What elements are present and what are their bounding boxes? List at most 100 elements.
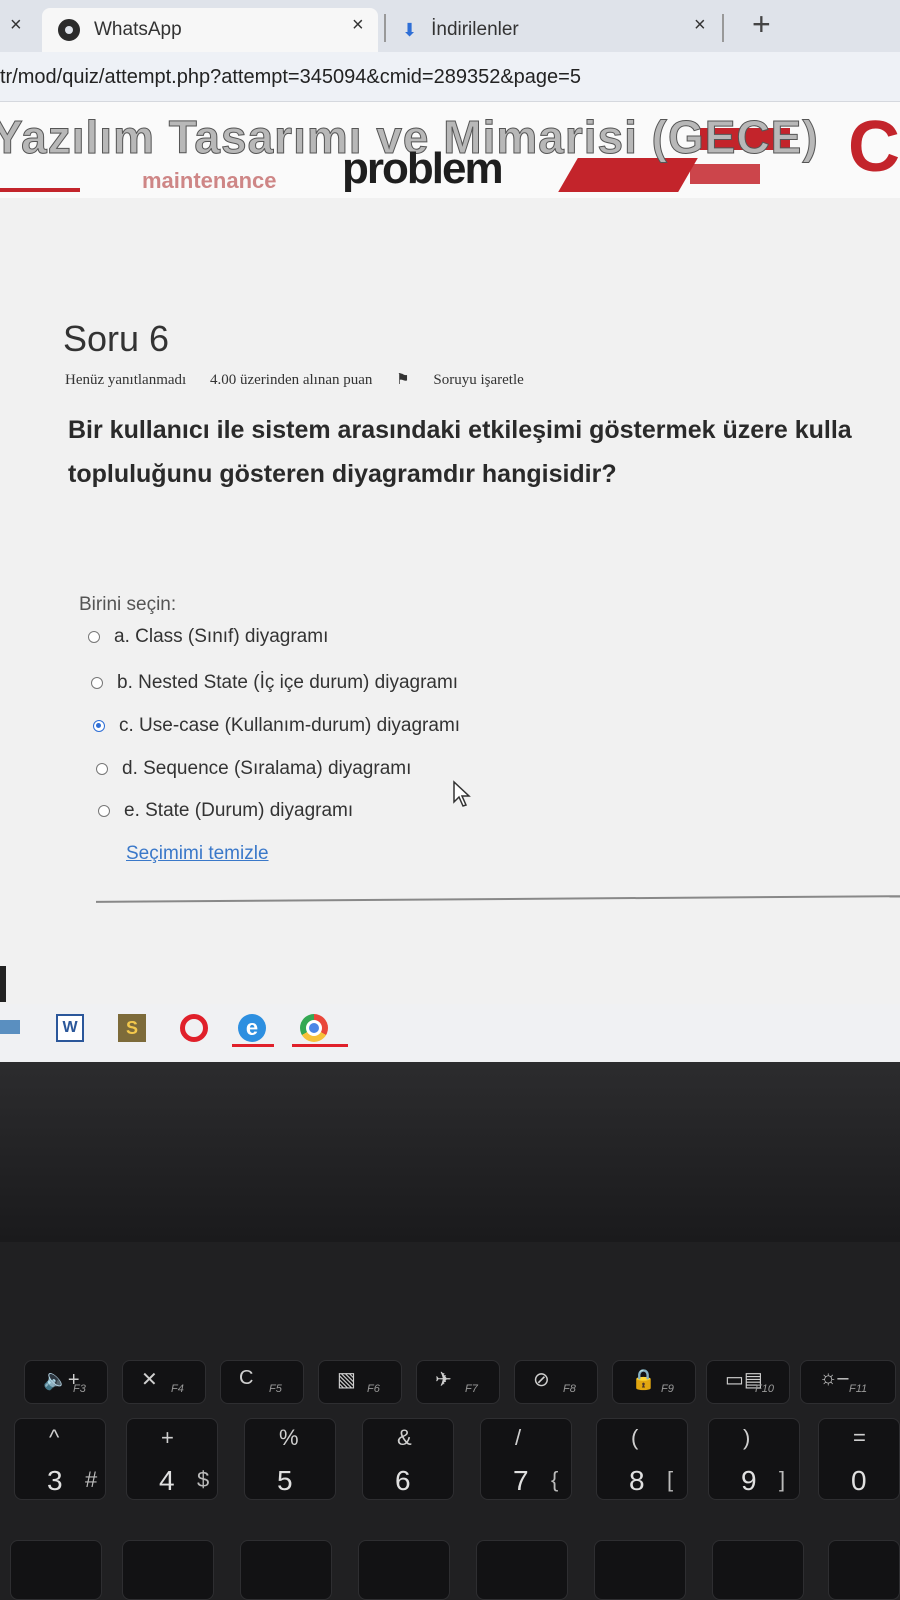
- key-f4: ✕ F4: [122, 1360, 206, 1404]
- key-main-char: 6: [395, 1465, 411, 1496]
- key-main-char: 3: [47, 1465, 63, 1496]
- answer-label: a. Class (Sınıf) diyagramı: [114, 626, 329, 647]
- laptop-bezel: [0, 1062, 900, 1242]
- key-shift-char: +: [161, 1425, 174, 1450]
- radio-button[interactable]: [98, 805, 110, 817]
- answer-option-e[interactable]: e. State (Durum) diyagramı: [98, 800, 353, 822]
- key-shift-char: ): [743, 1425, 751, 1450]
- download-icon: ⬇: [402, 19, 418, 40]
- key-f5: C F5: [220, 1360, 304, 1404]
- banner-decoration: [0, 188, 80, 192]
- active-app-indicator: [232, 1044, 274, 1047]
- key-f7: ✈ F7: [416, 1360, 500, 1404]
- clear-selection-link[interactable]: Seçimimi temizle: [126, 843, 269, 865]
- key-main-char: 8: [629, 1465, 645, 1496]
- key-5: % 5: [244, 1418, 336, 1500]
- radio-button[interactable]: [96, 763, 108, 775]
- word-icon[interactable]: W: [56, 1014, 84, 1042]
- question-text-line: topluluğunu gösteren diyagramdır hangisi…: [68, 460, 617, 488]
- answer-label: d. Sequence (Sıralama) diyagramı: [122, 758, 412, 779]
- key-label: F5: [269, 1383, 282, 1395]
- folder-icon[interactable]: [0, 1020, 20, 1034]
- key-label: F10: [755, 1383, 774, 1395]
- answer-option-b[interactable]: b. Nested State (İç içe durum) diyagramı: [91, 672, 458, 694]
- section-divider: [96, 895, 900, 903]
- lock-icon: 🔒: [631, 1369, 656, 1391]
- sublime-icon[interactable]: S: [118, 1014, 146, 1042]
- question-text-line: Bir kullanıcı ile sistem arasındaki etki…: [68, 416, 852, 444]
- key-f9: 🔒 F9: [612, 1360, 696, 1404]
- edge-icon[interactable]: e: [238, 1014, 266, 1042]
- banner-decoration: [690, 164, 760, 184]
- url-text[interactable]: tr/mod/quiz/attempt.php?attempt=345094&c…: [0, 66, 581, 89]
- key-f6: ▧ F6: [318, 1360, 402, 1404]
- bezel-mark: [0, 966, 6, 1002]
- tab-downloads[interactable]: ⬇ İndirilenler: [396, 8, 716, 52]
- key-alt-char: #: [85, 1467, 98, 1492]
- question-status: Henüz yanıtlanmadı: [65, 372, 187, 388]
- key-label: F3: [73, 1383, 86, 1395]
- mic-mute-icon: ✕: [141, 1369, 158, 1391]
- answer-option-c[interactable]: c. Use-case (Kullanım-durum) diyagramı: [93, 715, 460, 737]
- key-6: & 6: [362, 1418, 454, 1500]
- tab-separator: [384, 14, 386, 42]
- mouse-cursor-icon: [453, 780, 471, 807]
- flag-question-link[interactable]: ⚑ Soruyu işaretle: [396, 372, 544, 388]
- key-4: +4 $: [126, 1418, 218, 1500]
- key-alt-char: ]: [779, 1467, 786, 1492]
- course-banner: Yazılım Tasarımı ve Mimarisi (GECE) prob…: [0, 102, 900, 198]
- key-shift-char: (: [631, 1425, 639, 1450]
- opera-icon[interactable]: [180, 1014, 208, 1042]
- banner-overlay-sub: maintenance: [142, 168, 277, 193]
- key-f3: 🔈+ F3: [24, 1360, 108, 1404]
- key-shift-char: %: [279, 1425, 299, 1450]
- radio-button[interactable]: [88, 631, 100, 643]
- answer-prompt: Birini seçin:: [79, 594, 177, 615]
- tab-separator: [722, 14, 724, 42]
- chrome-icon[interactable]: [300, 1014, 328, 1042]
- key-main-char: 0: [851, 1465, 867, 1496]
- new-tab-button[interactable]: +: [752, 6, 771, 43]
- close-tab-icon[interactable]: ×: [10, 14, 22, 37]
- airplane-icon: ✈: [435, 1369, 452, 1391]
- keyboard-key: [240, 1540, 332, 1600]
- banner-letter: C: [848, 107, 900, 187]
- refresh-icon: C: [239, 1367, 254, 1389]
- radio-button[interactable]: [91, 677, 103, 689]
- answer-label: b. Nested State (İç içe durum) diyagramı: [117, 672, 459, 693]
- key-label: F6: [367, 1383, 380, 1395]
- key-shift-char: &: [397, 1425, 412, 1450]
- key-shift-char: /: [515, 1425, 522, 1450]
- key-f8: ⊘ F8: [514, 1360, 598, 1404]
- banner-overlay-word: problem: [342, 144, 504, 193]
- answer-label: e. State (Durum) diyagramı: [124, 800, 354, 821]
- key-main-char: 4: [159, 1465, 175, 1496]
- radio-button-selected[interactable]: [93, 720, 105, 732]
- keyboard-key: [712, 1540, 804, 1600]
- laptop-screen: × WhatsApp × ⬇ İndirilenler × + tr/mod/q…: [0, 0, 900, 1062]
- camera-off-icon: ⊘: [533, 1369, 550, 1391]
- flag-icon: ⚑: [396, 372, 414, 388]
- answer-label: c. Use-case (Kullanım-durum) diyagramı: [119, 715, 461, 736]
- brightness-down-icon: ☼–: [819, 1367, 849, 1389]
- key-0: = 0: [818, 1418, 900, 1500]
- keyboard-key: [594, 1540, 686, 1600]
- tab-label: İndirilenler: [431, 19, 519, 40]
- key-main-char: 5: [277, 1465, 293, 1496]
- key-alt-char: {: [551, 1467, 559, 1492]
- keyboard-key: [476, 1540, 568, 1600]
- key-label: F8: [563, 1383, 576, 1395]
- taskbar: W S e: [0, 1004, 900, 1062]
- answer-option-a[interactable]: a. Class (Sınıf) diyagramı: [88, 626, 328, 648]
- tab-whatsapp[interactable]: WhatsApp: [42, 8, 378, 52]
- keyboard-key: [358, 1540, 450, 1600]
- question-points: 4.00 üzerinden alınan puan: [209, 372, 373, 388]
- key-7: / 7 {: [480, 1418, 572, 1500]
- close-tab-icon[interactable]: ×: [352, 14, 364, 37]
- address-bar[interactable]: tr/mod/quiz/attempt.php?attempt=345094&c…: [0, 52, 900, 102]
- answer-option-d[interactable]: d. Sequence (Sıralama) diyagramı: [96, 758, 411, 780]
- key-9: ) 9]: [708, 1418, 800, 1500]
- close-tab-icon[interactable]: ×: [694, 14, 706, 37]
- question-text: Bir kullanıcı ile sistem arasındaki etki…: [68, 408, 900, 496]
- key-shift-char: ^: [49, 1425, 60, 1450]
